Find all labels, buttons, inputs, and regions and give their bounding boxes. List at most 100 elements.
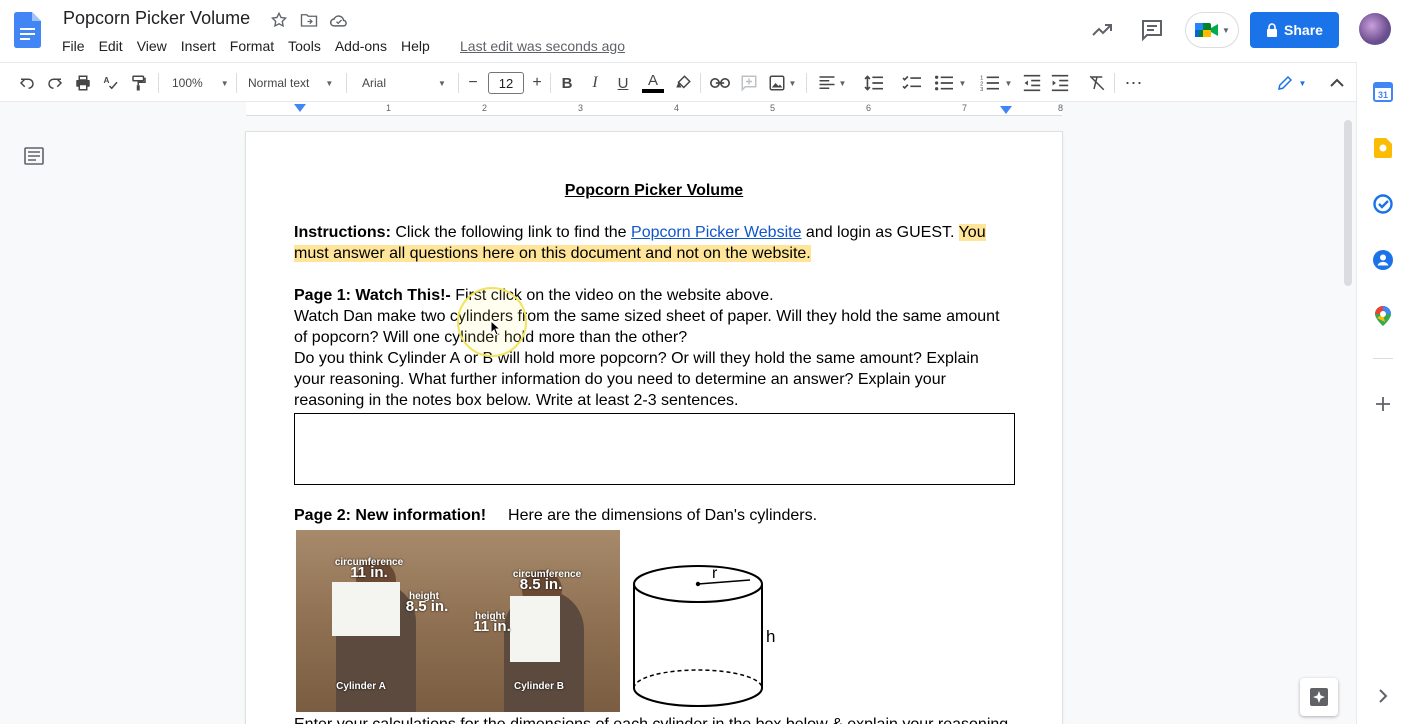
ruler-number: 1 — [386, 103, 392, 113]
star-icon[interactable] — [268, 10, 290, 30]
scrollbar-thumb[interactable] — [1344, 120, 1352, 286]
italic-button[interactable]: I — [584, 71, 606, 95]
bulleted-list-icon[interactable]: ▼ — [930, 71, 970, 95]
line-spacing-icon[interactable] — [862, 71, 886, 95]
menu-edit[interactable]: Edit — [92, 36, 130, 56]
decrease-font-size-button[interactable]: − — [462, 71, 484, 95]
add-addon-icon[interactable] — [1373, 394, 1393, 414]
explore-icon — [1310, 688, 1328, 706]
menu-addons[interactable]: Add-ons — [328, 36, 394, 56]
insert-link-icon[interactable] — [708, 71, 732, 95]
circumference-value: 11 in. — [350, 564, 388, 581]
cloud-status-icon[interactable] — [328, 10, 350, 30]
menu-format[interactable]: Format — [223, 36, 281, 56]
notes-box[interactable] — [294, 413, 1015, 485]
ruler-number: 4 — [674, 103, 680, 113]
ruler-number: 3 — [578, 103, 584, 113]
align-left-icon[interactable]: ▼ — [816, 71, 848, 95]
account-avatar[interactable] — [1359, 13, 1391, 45]
explore-button[interactable] — [1300, 678, 1338, 716]
vertical-scrollbar[interactable] — [1340, 116, 1356, 724]
redo-icon[interactable] — [44, 71, 66, 95]
right-indent-marker[interactable] — [1000, 106, 1012, 114]
highlight-color-icon[interactable] — [672, 71, 694, 95]
keep-icon[interactable] — [1373, 138, 1393, 158]
chevron-down-icon: ▼ — [325, 78, 334, 88]
cylinder-b-caption: Cylinder B — [513, 681, 564, 692]
height-symbol: h — [766, 627, 775, 646]
doc-title[interactable]: Popcorn Picker Volume — [63, 8, 250, 29]
zoom-select[interactable]: 100% ▼ — [166, 71, 229, 95]
decrease-indent-icon[interactable] — [1020, 71, 1044, 95]
contacts-icon[interactable] — [1373, 250, 1393, 270]
add-comment-icon[interactable] — [738, 71, 760, 95]
docs-logo-icon[interactable] — [14, 12, 41, 48]
mouse-cursor-icon — [490, 320, 500, 336]
menu-tools[interactable]: Tools — [281, 36, 328, 56]
more-tools-icon[interactable]: ⋯ — [1122, 71, 1146, 95]
cylinder-images: circumference 11 in. height 8.5 in. Cyli… — [294, 530, 1014, 712]
radius-label: r — [712, 565, 718, 582]
insert-image-icon[interactable]: ▼ — [766, 71, 798, 95]
meet-button[interactable]: ▼ — [1185, 12, 1239, 48]
height-value: 8.5 in. — [405, 598, 449, 615]
editing-mode-button[interactable]: ▼ — [1268, 71, 1314, 95]
text-color-swatch — [642, 89, 664, 93]
share-button[interactable]: Share — [1250, 12, 1339, 48]
calendar-icon[interactable]: 31 — [1373, 82, 1393, 102]
maps-icon[interactable] — [1373, 306, 1393, 326]
checklist-icon[interactable] — [900, 71, 924, 95]
clear-formatting-icon[interactable] — [1086, 71, 1108, 95]
side-panel-divider — [1373, 358, 1393, 359]
ruler-track[interactable] — [246, 102, 1062, 116]
menu-help[interactable]: Help — [394, 36, 437, 56]
ruler-number: 8 — [1058, 103, 1064, 113]
activity-trend-icon[interactable] — [1090, 18, 1114, 42]
move-folder-icon[interactable] — [298, 10, 320, 30]
bold-button[interactable]: B — [556, 71, 578, 95]
horizontal-ruler: 1 2 3 4 5 6 7 8 — [0, 102, 1340, 116]
spellcheck-icon[interactable]: A — [100, 71, 122, 95]
paint-format-icon[interactable] — [128, 71, 150, 95]
menu-insert[interactable]: Insert — [174, 36, 223, 56]
last-edit-link[interactable]: Last edit was seconds ago — [460, 38, 625, 54]
cylinder-diagram[interactable]: r h — [632, 560, 792, 710]
ruler-number: 7 — [962, 103, 968, 113]
expand-panel-icon[interactable] — [1373, 686, 1393, 706]
paragraph-style-select[interactable]: Normal text ▼ — [242, 71, 340, 95]
instructions-paragraph: Instructions: Click the following link t… — [294, 222, 1014, 264]
increase-indent-icon[interactable] — [1048, 71, 1072, 95]
tasks-icon[interactable] — [1373, 194, 1393, 214]
collapse-menus-icon[interactable] — [1326, 71, 1348, 95]
font-family-select[interactable]: Arial ▼ — [356, 71, 456, 95]
page2-paragraph: Page 2: New information! Here are the dim… — [294, 505, 1014, 526]
calculations-paragraph: Enter your calculations for the dimensio… — [294, 716, 1014, 724]
document-body[interactable]: Popcorn Picker Volume Instructions: Clic… — [294, 180, 1015, 712]
numbered-list-icon[interactable]: 123 ▼ — [976, 71, 1016, 95]
undo-icon[interactable] — [16, 71, 38, 95]
header: Popcorn Picker Volume File Edit View Ins… — [0, 0, 1404, 62]
ruler-number: 5 — [770, 103, 776, 113]
font-size-input[interactable]: 12 — [488, 72, 524, 94]
cylinder-b-photo[interactable]: circumference 8.5 in. height 11 in. Cyli… — [458, 530, 620, 712]
chevron-down-icon: ▼ — [1298, 78, 1307, 88]
document-outline-icon[interactable] — [24, 147, 44, 170]
menu-file[interactable]: File — [55, 36, 92, 56]
lock-icon — [1267, 23, 1278, 37]
menu-view[interactable]: View — [130, 36, 174, 56]
page1-label: Page 1: Watch This!- — [294, 287, 451, 304]
comment-history-icon[interactable] — [1140, 18, 1164, 42]
share-label: Share — [1284, 22, 1323, 38]
increase-font-size-button[interactable]: + — [526, 71, 548, 95]
text-color-button[interactable]: A — [640, 71, 666, 95]
underline-button[interactable]: U — [612, 71, 634, 95]
ruler-number: 2 — [482, 103, 488, 113]
cylinder-a-photo[interactable]: circumference 11 in. height 8.5 in. Cyli… — [296, 530, 458, 712]
chevron-down-icon: ▼ — [838, 78, 847, 88]
left-indent-marker[interactable] — [294, 104, 306, 112]
document-page[interactable]: Popcorn Picker Volume Instructions: Clic… — [246, 132, 1062, 724]
menu-bar: File Edit View Insert Format Tools Add-o… — [55, 36, 437, 56]
print-icon[interactable] — [72, 71, 94, 95]
popcorn-picker-link[interactable]: Popcorn Picker Website — [631, 224, 801, 241]
paragraph-style-value: Normal text — [248, 76, 310, 90]
